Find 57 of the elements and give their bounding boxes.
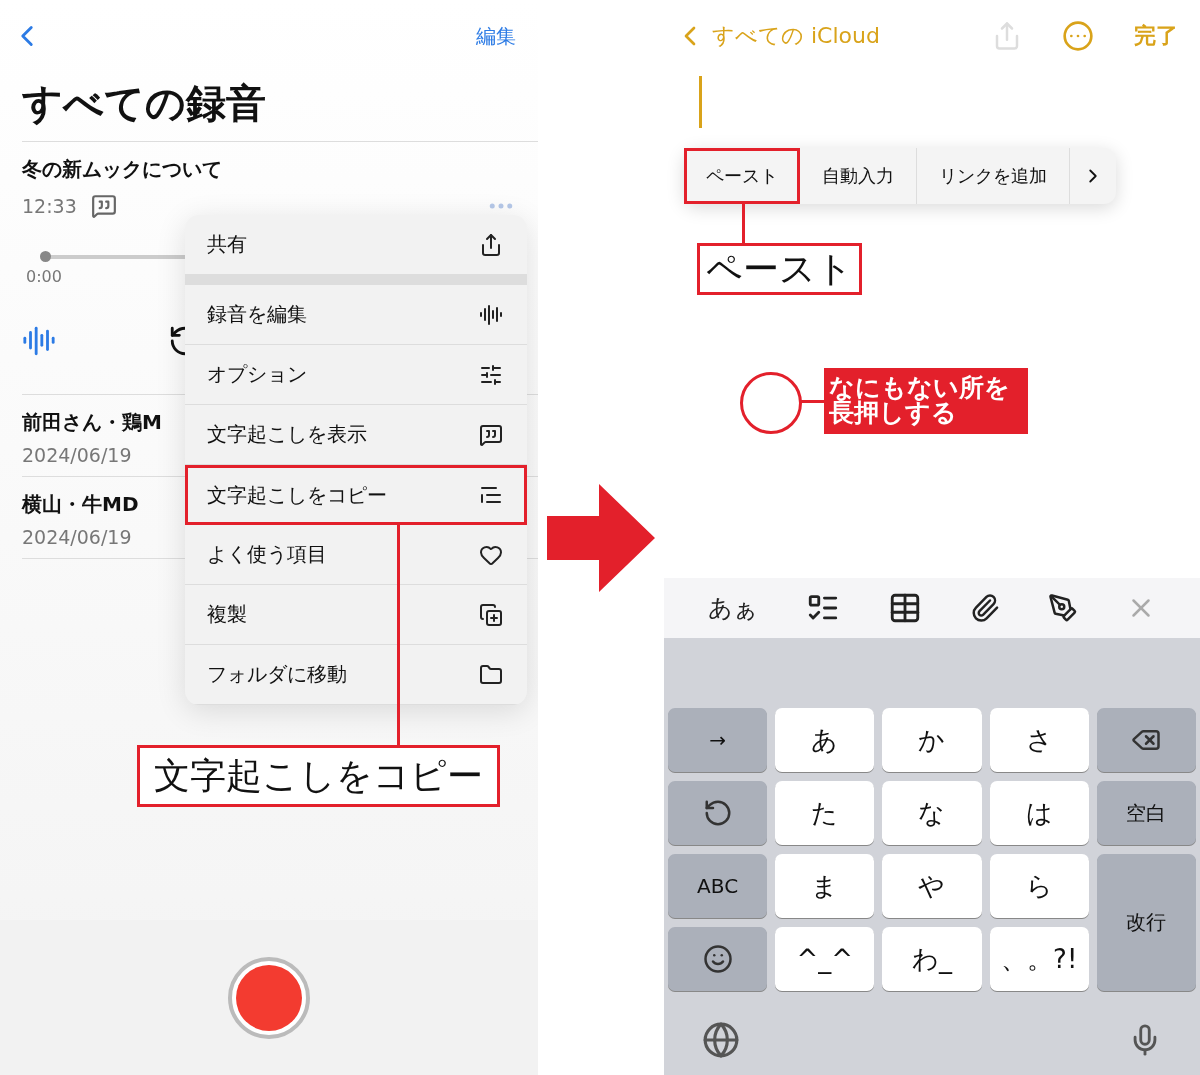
keyboard-key[interactable]: ら — [989, 854, 1089, 918]
menu-item[interactable]: 文字起こしをコピー — [185, 465, 527, 525]
edit-button[interactable]: 編集 — [476, 22, 516, 50]
edit-menu-item[interactable]: 自動入力 — [800, 148, 917, 204]
tap-circle — [740, 372, 802, 434]
keyboard-key[interactable]: 改行 — [1096, 854, 1196, 991]
waveform-icon[interactable] — [22, 324, 56, 358]
pen-icon[interactable] — [1048, 593, 1078, 623]
text-cursor — [699, 76, 702, 128]
keyboard-key[interactable]: 、。?! — [989, 927, 1089, 991]
duplicate-icon — [479, 602, 503, 627]
share-icon — [479, 232, 503, 257]
edit-menu-item[interactable]: ペースト — [684, 148, 800, 204]
transcript-icon — [90, 193, 117, 219]
keyboard-key[interactable]: ま — [775, 854, 875, 918]
annotation-label: ペースト — [697, 243, 862, 295]
text-style-button[interactable]: あぁ — [708, 592, 758, 624]
callout-label: なにもない所を長押しする — [824, 368, 1028, 434]
right-arrow-icon — [547, 483, 655, 592]
keyboard-key[interactable]: わ_ — [882, 927, 982, 991]
recording-title[interactable]: 冬の新ムックについて — [22, 156, 516, 183]
keyboard-key[interactable]: さ — [989, 708, 1089, 772]
globe-icon[interactable] — [702, 1021, 740, 1059]
keyboard-key[interactable]: は — [989, 781, 1089, 845]
waveform-icon — [479, 302, 503, 327]
keyboard-key[interactable]: あ — [775, 708, 875, 772]
paperclip-icon[interactable] — [970, 593, 1000, 623]
recording-info: 12:33 — [22, 195, 77, 217]
keyboard-key[interactable]: ABC — [668, 854, 768, 918]
emoji-icon — [702, 944, 733, 974]
keyboard-key[interactable] — [1096, 708, 1196, 772]
sliders-icon — [479, 362, 503, 387]
keyboard-key[interactable]: な — [882, 781, 982, 845]
leader-line — [799, 400, 825, 403]
keyboard-key[interactable] — [668, 927, 768, 991]
keyboard-key[interactable]: か — [882, 708, 982, 772]
menu-item[interactable]: 文字起こしを表示 — [185, 405, 527, 465]
elapsed-time: 0:00 — [26, 267, 63, 286]
keyboard-key[interactable]: た — [775, 781, 875, 845]
recording-info: 2024/06/19 — [22, 526, 132, 548]
menu-item[interactable]: オプション — [185, 345, 527, 405]
leader-line — [742, 204, 745, 244]
menu-item[interactable]: 録音を編集 — [185, 285, 527, 345]
speech-bubble-icon — [479, 422, 503, 447]
keyboard-key[interactable]: 空白 — [1096, 781, 1196, 845]
playback-thumb[interactable] — [40, 251, 51, 262]
menu-item[interactable]: 共有 — [185, 215, 527, 275]
edit-menu-item[interactable]: リンクを追加 — [917, 148, 1070, 204]
keyboard-key[interactable]: → — [668, 708, 768, 772]
keyboard-key[interactable]: ^_^ — [775, 927, 875, 991]
folder-icon — [479, 662, 503, 687]
annotation-label: 文字起こしをコピー — [137, 745, 500, 807]
recording-info: 2024/06/19 — [22, 444, 132, 466]
keyboard-key[interactable]: や — [882, 854, 982, 918]
page-title: すべての録音 — [21, 79, 267, 128]
table-icon[interactable] — [888, 591, 922, 625]
keyboard-key[interactable] — [668, 781, 768, 845]
